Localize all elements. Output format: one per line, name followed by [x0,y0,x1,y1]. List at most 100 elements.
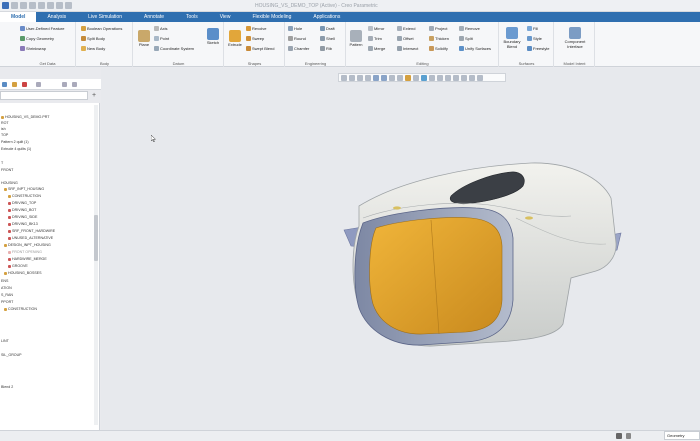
axis-button[interactable]: Axis [154,26,168,31]
saved-orientations-icon[interactable] [381,74,387,81]
tree-filter-icon[interactable] [62,82,67,87]
tree-scrollbar-thumb[interactable] [94,215,98,261]
point-button[interactable]: Point [154,36,169,41]
extrude-button[interactable]: Extrude [226,30,244,48]
tab-model[interactable]: Model [0,12,37,22]
tree-item[interactable]: SRF_INPT_HOUSING [4,187,44,191]
tree-item[interactable]: CONSTRUCTION [4,307,37,311]
thicken-button[interactable]: Thicken [429,36,449,41]
tree-item[interactable]: UNUSED_ALTERNATIVE [8,236,53,240]
merge-button[interactable]: Merge [368,46,385,51]
shrinkwrap-button[interactable]: Shrinkwrap [20,46,46,51]
tree-item[interactable]: Blend 2 [1,385,13,389]
revolve-button[interactable]: Revolve [246,26,266,31]
copy-geometry-button[interactable]: Copy Geometry [20,36,54,41]
tree-item[interactable]: DRIVING_SIDE [8,215,37,219]
tab-live-simulation[interactable]: Live Simulation [77,12,133,22]
boolean-operations-button[interactable]: Boolean Operations [81,26,122,31]
tree-item[interactable]: HOUSING_VS_DEMO.PRT [1,115,49,119]
zoom-in-icon[interactable] [349,74,355,81]
graphics-viewport[interactable] [101,68,700,430]
remove-button[interactable]: Remove [459,26,480,31]
shell-button[interactable]: Shell [320,36,335,41]
unify-surfaces-button[interactable]: Unify Surfaces [459,46,491,51]
tree-item[interactable]: ATION [1,286,12,290]
toolbar-more-icon[interactable] [477,74,483,81]
draft-button[interactable]: Draft [320,26,335,31]
annotation-display-icon[interactable] [413,74,419,81]
appearance-icon[interactable] [437,74,443,81]
solidify-button[interactable]: Solidify [429,46,448,51]
hole-button[interactable]: Hole [288,26,302,31]
render-icon[interactable] [461,74,467,81]
sweep-button[interactable]: Sweep [246,36,264,41]
tree-item[interactable]: DRIVING_TOP [8,201,36,205]
tree-item[interactable]: SIL_GROUP [1,353,22,357]
tree-item[interactable]: DRIVING_BOT [8,208,36,212]
folder-browser-icon[interactable] [12,82,17,87]
trim-button[interactable]: Trim [368,36,382,41]
swept-blend-button[interactable]: Swept Blend [246,46,274,51]
extend-button[interactable]: Extend [397,26,415,31]
tree-item[interactable]: DRIVING_BK13 [8,222,38,226]
tree-search-input[interactable] [0,91,88,100]
tree-item[interactable]: ROT [1,121,9,125]
intersect-button[interactable]: Intersect [397,46,418,51]
sketch-button[interactable]: Sketch [204,28,222,46]
tree-item[interactable]: HOUSING [1,181,18,185]
regenerate-icon[interactable] [47,2,54,9]
split-button[interactable]: Split [459,36,473,41]
close-window-icon[interactable] [65,2,72,9]
new-file-icon[interactable] [2,2,9,9]
tab-annotate[interactable]: Annotate [133,12,175,22]
rib-button[interactable]: Rib [320,46,332,51]
settings-icon[interactable] [36,82,41,87]
tree-item[interactable]: FRONT [1,168,13,172]
tree-item[interactable]: FRONT OPENING [8,250,42,254]
tab-view[interactable]: View [209,12,242,22]
tree-item[interactable]: T [1,161,3,165]
tab-flexible-modeling[interactable]: Flexible Modeling [241,12,302,22]
fill-button[interactable]: Fill [527,26,538,31]
filter-icon[interactable] [626,433,631,439]
new-body-button[interactable]: New Body [81,46,105,51]
tree-item[interactable]: GROOVE [8,264,28,268]
tree-item[interactable]: CONSTRUCTION [8,194,41,198]
project-button[interactable]: Project [429,26,447,31]
repaint-icon[interactable] [365,74,371,81]
tree-item[interactable]: DESIGN_INPT_HOUSING [4,243,51,247]
redo-icon[interactable] [38,2,45,9]
split-body-button[interactable]: Split Body [81,36,105,41]
selection-filter-select[interactable]: Geometry [664,431,700,440]
tree-item[interactable]: TOP [1,133,8,137]
offset-button[interactable]: Offset [397,36,414,41]
tree-item[interactable]: ish [1,127,6,131]
zoom-out-icon[interactable] [357,74,363,81]
datum-display-icon[interactable] [405,74,411,81]
component-interface-button[interactable]: Component Interface [558,27,592,49]
open-file-icon[interactable] [11,2,18,9]
tree-item[interactable]: S_RAN [1,293,13,297]
style-button[interactable]: Style [527,36,542,41]
tree-item[interactable]: LINT [1,339,9,343]
display-style-icon[interactable] [373,74,379,81]
coordinate-system-button[interactable]: Coordinate System [154,46,194,51]
tab-applications[interactable]: Applications [302,12,351,22]
tab-analysis[interactable]: Analysis [36,12,77,22]
round-button[interactable]: Round [288,36,306,41]
tree-item[interactable]: ENS [1,279,8,283]
favorites-icon[interactable] [22,82,27,87]
tree-item[interactable]: Pattern 2 quilt (1) [1,140,29,144]
add-filter-icon[interactable]: + [92,92,96,99]
tree-item[interactable]: HARDWIRE_MERGE [8,257,47,261]
model-tree-icon[interactable] [2,82,7,87]
tree-item[interactable]: Extrude 4 quilts (1) [1,147,31,151]
named-views-icon[interactable] [445,74,451,81]
selection-icon[interactable] [616,433,622,439]
display-settings-icon[interactable] [469,74,475,81]
section-icon[interactable] [429,74,435,81]
tree-item[interactable]: HOUSING_BOSSES [4,271,42,275]
undo-icon[interactable] [29,2,36,9]
tree-columns-icon[interactable] [72,82,77,87]
view-manager-icon[interactable] [389,74,395,81]
